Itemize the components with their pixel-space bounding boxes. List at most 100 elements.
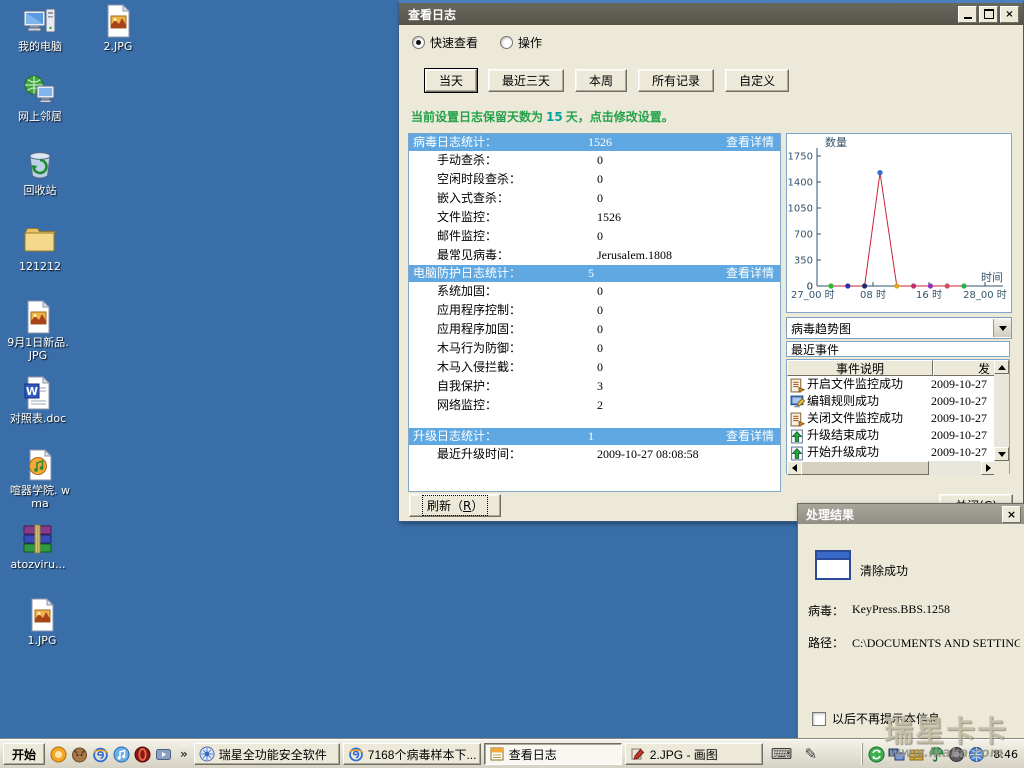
scroll-down-button[interactable] (994, 447, 1009, 461)
task-button-瑞星全功能安全软件[interactable]: 瑞星全功能安全软件 (193, 743, 340, 765)
taskbar-clock[interactable]: 8:46 (993, 748, 1018, 761)
stat-value: 3 (597, 379, 603, 393)
audio-file-icon (23, 448, 57, 482)
update-icon[interactable] (868, 746, 885, 763)
event-date: 2009-10-27 (931, 445, 987, 459)
events-col-description[interactable]: 事件说明 (787, 360, 933, 376)
svg-text:1400: 1400 (788, 178, 813, 189)
dialog-close-button[interactable]: × (1002, 505, 1021, 523)
desktop-icon-回收站[interactable]: 回收站 (6, 148, 74, 197)
view-details-link[interactable]: 查看详情 (726, 265, 780, 282)
filter-button-当天[interactable]: 当天 (423, 68, 479, 93)
scanner-icon[interactable] (948, 746, 965, 763)
stat-value: 2 (597, 398, 603, 412)
rising-umbrella-icon[interactable] (928, 746, 945, 763)
dont-remind-checkbox[interactable]: 以后不再提示本信息 (812, 710, 940, 727)
virus-label: 病毒： (808, 604, 845, 618)
my-computer-icon (23, 4, 57, 38)
chevron-down-icon[interactable] (993, 319, 1011, 337)
event-row[interactable]: 编辑规则成功 2009-10-27 (787, 393, 1009, 410)
log-retention-notice[interactable]: 当前设置日志保留天数为 15 天，点击修改设置。 (411, 108, 674, 125)
event-row[interactable]: 升级结束成功 2009-10-27 (787, 427, 1009, 444)
events-header-row: 事件说明 发 (787, 360, 1009, 376)
desktop-icon-121212[interactable]: 121212 (6, 224, 74, 273)
desktop-icon-我的电脑[interactable]: 我的电脑 (6, 4, 74, 53)
start-label: 开始 (12, 747, 37, 762)
media-folder-icon[interactable] (155, 746, 172, 763)
dialog-body: 清除成功 病毒： KeyPress.BBS.1258 路径： C:\DOCUME… (798, 524, 1024, 739)
scroll-up-button[interactable] (994, 360, 1009, 374)
tray-icons (868, 746, 985, 763)
task-button-查看日志[interactable]: 查看日志 (483, 743, 622, 765)
radio-快速查看[interactable]: 快速查看 (412, 34, 478, 51)
events-col-date[interactable]: 发 (933, 360, 995, 376)
start-button[interactable]: 开始 (3, 743, 46, 768)
chart-type-value: 病毒趋势图 (791, 321, 852, 336)
firewall-icon[interactable] (908, 746, 925, 763)
hscroll-thumb[interactable] (801, 461, 929, 475)
upgrade-icon (790, 429, 805, 443)
section-total: 1526 (588, 135, 612, 149)
view-mode-radios: 快速查看 操作 (412, 34, 542, 51)
event-row[interactable]: 关闭文件监控成功 2009-10-27 (787, 410, 1009, 427)
globe-icon[interactable] (968, 746, 985, 763)
desktop-icon-label: 对照表.doc (9, 412, 67, 425)
stat-label: 应用程序控制： (437, 303, 522, 317)
radio-dot (500, 36, 514, 49)
checkbox-box[interactable] (812, 711, 826, 726)
path-value: C:\DOCUMENTS AND SETTINGS\潘 (852, 636, 1020, 650)
events-horizontal-scrollbar[interactable] (787, 461, 996, 475)
desktop-icon-label: 喧器学院. wma (10, 484, 70, 510)
maximize-button[interactable] (979, 5, 998, 23)
emule-icon[interactable] (71, 746, 88, 763)
events-vertical-scrollbar[interactable] (994, 360, 1009, 461)
arrow-left-glyph (788, 464, 797, 472)
svg-text:时间: 时间 (981, 271, 1003, 284)
minimize-button[interactable] (958, 5, 977, 23)
desktop-icon-喧器学院. wma[interactable]: 喧器学院. wma (6, 448, 74, 510)
events-rows: 开启文件监控成功 2009-10-27 编辑规则成功 2009-10-27 关闭文件监控… (787, 376, 1009, 461)
network-monitor-icon[interactable] (888, 746, 905, 763)
event-row[interactable]: 开启文件监控成功 2009-10-27 (787, 376, 1009, 393)
image-file-icon (25, 597, 59, 632)
desktop-icon-9月1日新品. JPG[interactable]: 9月1日新品. JPG (4, 299, 72, 362)
view-details-link[interactable]: 查看详情 (726, 134, 780, 151)
filter-button-本周[interactable]: 本周 (575, 69, 628, 92)
language-bar: ⌨ ✎ (771, 745, 817, 763)
close-button[interactable]: × (1000, 5, 1019, 23)
window-controls: × (958, 5, 1019, 23)
taskbar: 开始 » 瑞星全功能安全软件 7168个病毒样本下... 查看日志 2.JPG - 画… (0, 739, 1024, 768)
stat-row: 自我保护： 3 (409, 377, 780, 396)
desktop: 我的电脑 2.JPG 网上邻居回收站 121212 9月1日新品. JPG W 对照表.do… (0, 0, 1024, 768)
task-button-7168个病毒样本下...[interactable]: 7168个病毒样本下... (342, 743, 481, 765)
event-row[interactable]: 开始升级成功 2009-10-27 (787, 444, 1009, 461)
task-buttons: 瑞星全功能安全软件 7168个病毒样本下... 查看日志 2.JPG - 画图 (193, 743, 763, 765)
filter-button-最近三天[interactable]: 最近三天 (488, 69, 565, 92)
pen-icon[interactable]: ✎ (804, 745, 817, 763)
desktop-icon-对照表.doc[interactable]: W 对照表.doc (4, 375, 72, 425)
event-date: 2009-10-27 (931, 411, 987, 425)
radio-操作[interactable]: 操作 (500, 34, 542, 51)
ie-icon[interactable] (92, 746, 109, 763)
opera-icon[interactable] (134, 746, 151, 763)
scroll-left-button[interactable] (787, 461, 802, 475)
desktop-icon-atozviru...[interactable]: atozviru... (4, 522, 72, 571)
filter-button-所有记录[interactable]: 所有记录 (638, 69, 715, 92)
view-details-link[interactable]: 查看详情 (726, 428, 780, 445)
maxthon-icon[interactable] (50, 746, 67, 763)
filter-button-自定义[interactable]: 自定义 (725, 69, 790, 92)
scrollbar-corner (994, 461, 1009, 475)
task-button-2.JPG - 画图[interactable]: 2.JPG - 画图 (624, 743, 763, 765)
svg-text:1050: 1050 (788, 204, 813, 215)
refresh-button[interactable]: 刷新（R） (409, 494, 502, 517)
stat-label: 木马行为防御： (437, 341, 522, 355)
keyboard-icon[interactable]: ⌨ (771, 745, 793, 763)
desktop-icon-1.JPG[interactable]: 1.JPG (8, 597, 76, 647)
chart-type-select[interactable]: 病毒趋势图 (786, 317, 1012, 339)
desktop-icon-2.JPG[interactable]: 2.JPG (84, 3, 152, 53)
music-player-icon[interactable] (113, 746, 130, 763)
desktop-icon-label: 9月1日新品. JPG (7, 336, 69, 362)
section-total: 1 (588, 429, 594, 443)
desktop-icon-网上邻居[interactable]: 网上邻居 (6, 74, 74, 123)
toolbar-overflow-chevron[interactable]: » (180, 747, 188, 761)
